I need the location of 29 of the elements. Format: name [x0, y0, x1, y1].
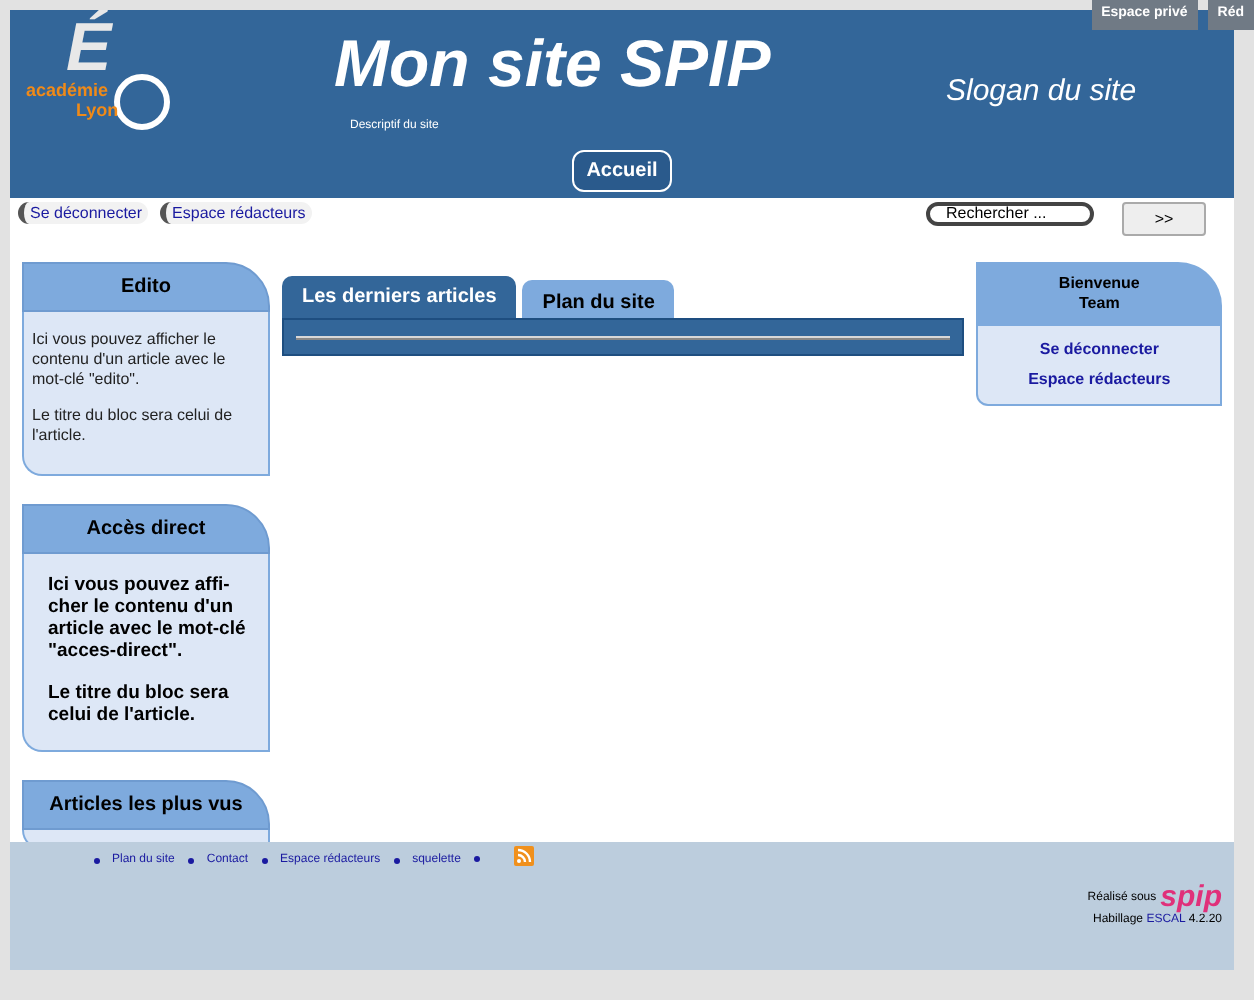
block-text: Le titre du bloc sera celui de l'article. — [48, 682, 231, 726]
block-header: Edito — [22, 262, 270, 312]
block-header: Accès direct — [22, 504, 270, 554]
bullet-icon — [394, 858, 401, 864]
search-field[interactable]: Rechercher ... — [926, 202, 1094, 226]
user-link[interactable]: Se déconnecter — [18, 202, 149, 224]
block-text: Le titre du bloc sera celui de l'article. — [32, 406, 235, 446]
bullet-icon — [94, 858, 100, 864]
content-tab[interactable]: Plan du site — [522, 280, 675, 318]
rss-icon[interactable] — [514, 846, 535, 866]
site-title: Mon site SPIP — [334, 30, 771, 96]
search-button[interactable]: >> — [1122, 202, 1206, 236]
block-text: Ici vous pouvez affi-cher le contenu d'un article avec le mot-clé "acces-direct". — [48, 574, 248, 662]
welcome-link[interactable]: Espace rédacteurs — [1028, 368, 1171, 392]
block-header: Articles les plus vus — [22, 780, 270, 830]
logo-letter: É — [66, 14, 112, 82]
menu-button[interactable]: Accueil — [572, 150, 672, 192]
welcome-title: Bienvenue — [1056, 274, 1142, 294]
logo-text: académie — [26, 82, 109, 100]
logo-text: Lyon — [76, 102, 119, 120]
user-name: Team — [1077, 294, 1122, 314]
user-link[interactable]: Espace rédacteurs — [160, 202, 312, 224]
bullet-icon — [262, 858, 269, 864]
site-slogan: Slogan du site — [946, 72, 1137, 112]
bullet-icon — [474, 856, 481, 862]
block-text: Ici vous pouvez afficher le contenu d'un article avec le mot-clé "edito". — [32, 330, 228, 390]
bullet-icon — [188, 858, 195, 864]
content-tab[interactable]: Les derniers articles — [282, 276, 517, 318]
welcome-link[interactable]: Se déconnecter — [1039, 338, 1159, 362]
